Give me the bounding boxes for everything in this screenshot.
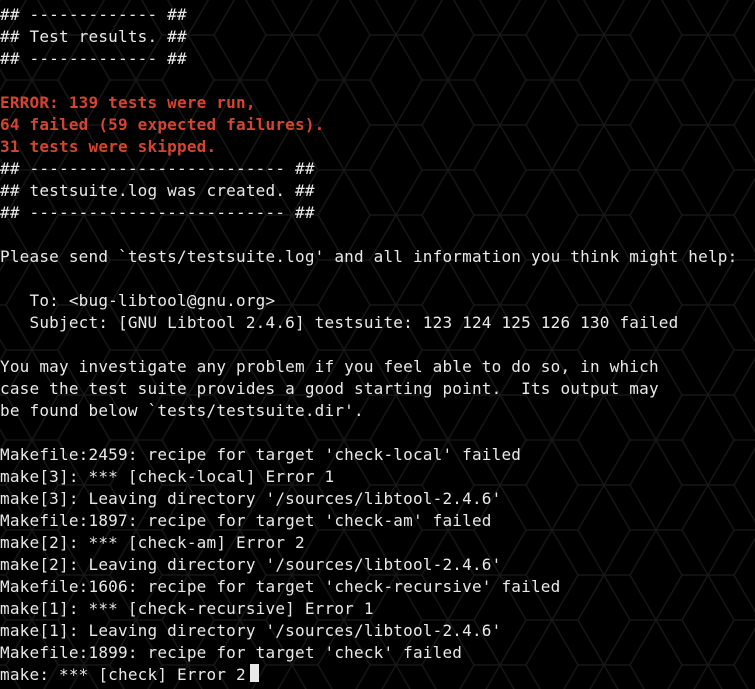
terminal-cursor bbox=[250, 664, 259, 682]
terminal-line: ## testsuite.log was created. ## bbox=[0, 181, 315, 200]
terminal-line: ## -------------------------- ## bbox=[0, 203, 315, 222]
terminal-line: case the test suite provides a good star… bbox=[0, 379, 659, 398]
terminal-output: ## ------------- ## ## Test results. ## … bbox=[0, 0, 755, 686]
terminal-line: Makefile:1899: recipe for target 'check'… bbox=[0, 643, 462, 662]
terminal-line: ## ------------- ## bbox=[0, 49, 187, 68]
terminal-line: make[3]: *** [check-local] Error 1 bbox=[0, 467, 334, 486]
terminal-line: make: *** [check] Error 2 bbox=[0, 665, 246, 684]
terminal-line: Makefile:1897: recipe for target 'check-… bbox=[0, 511, 492, 530]
terminal-line: ERROR: 139 tests were run, bbox=[0, 93, 256, 112]
terminal-line: Subject: [GNU Libtool 2.4.6] testsuite: … bbox=[0, 313, 678, 332]
terminal-line: Please send `tests/testsuite.log' and al… bbox=[0, 247, 737, 266]
terminal-line: be found below `tests/testsuite.dir'. bbox=[0, 401, 364, 420]
terminal-line: To: <bug-libtool@gnu.org> bbox=[0, 291, 275, 310]
terminal-line: make[1]: *** [check-recursive] Error 1 bbox=[0, 599, 374, 618]
terminal-line: make[1]: Leaving directory '/sources/lib… bbox=[0, 621, 501, 640]
terminal-line: make[3]: Leaving directory '/sources/lib… bbox=[0, 489, 501, 508]
terminal-line: 31 tests were skipped. bbox=[0, 137, 216, 156]
terminal-line: You may investigate any problem if you f… bbox=[0, 357, 659, 376]
terminal-line: ## Test results. ## bbox=[0, 27, 187, 46]
terminal-line: 64 failed (59 expected failures). bbox=[0, 115, 324, 134]
terminal-line: ## ------------- ## bbox=[0, 5, 187, 24]
terminal-line: Makefile:1606: recipe for target 'check-… bbox=[0, 577, 560, 596]
terminal-line: ## -------------------------- ## bbox=[0, 159, 315, 178]
terminal-line: make[2]: Leaving directory '/sources/lib… bbox=[0, 555, 501, 574]
terminal-line: make[2]: *** [check-am] Error 2 bbox=[0, 533, 305, 552]
terminal-line: Makefile:2459: recipe for target 'check-… bbox=[0, 445, 521, 464]
